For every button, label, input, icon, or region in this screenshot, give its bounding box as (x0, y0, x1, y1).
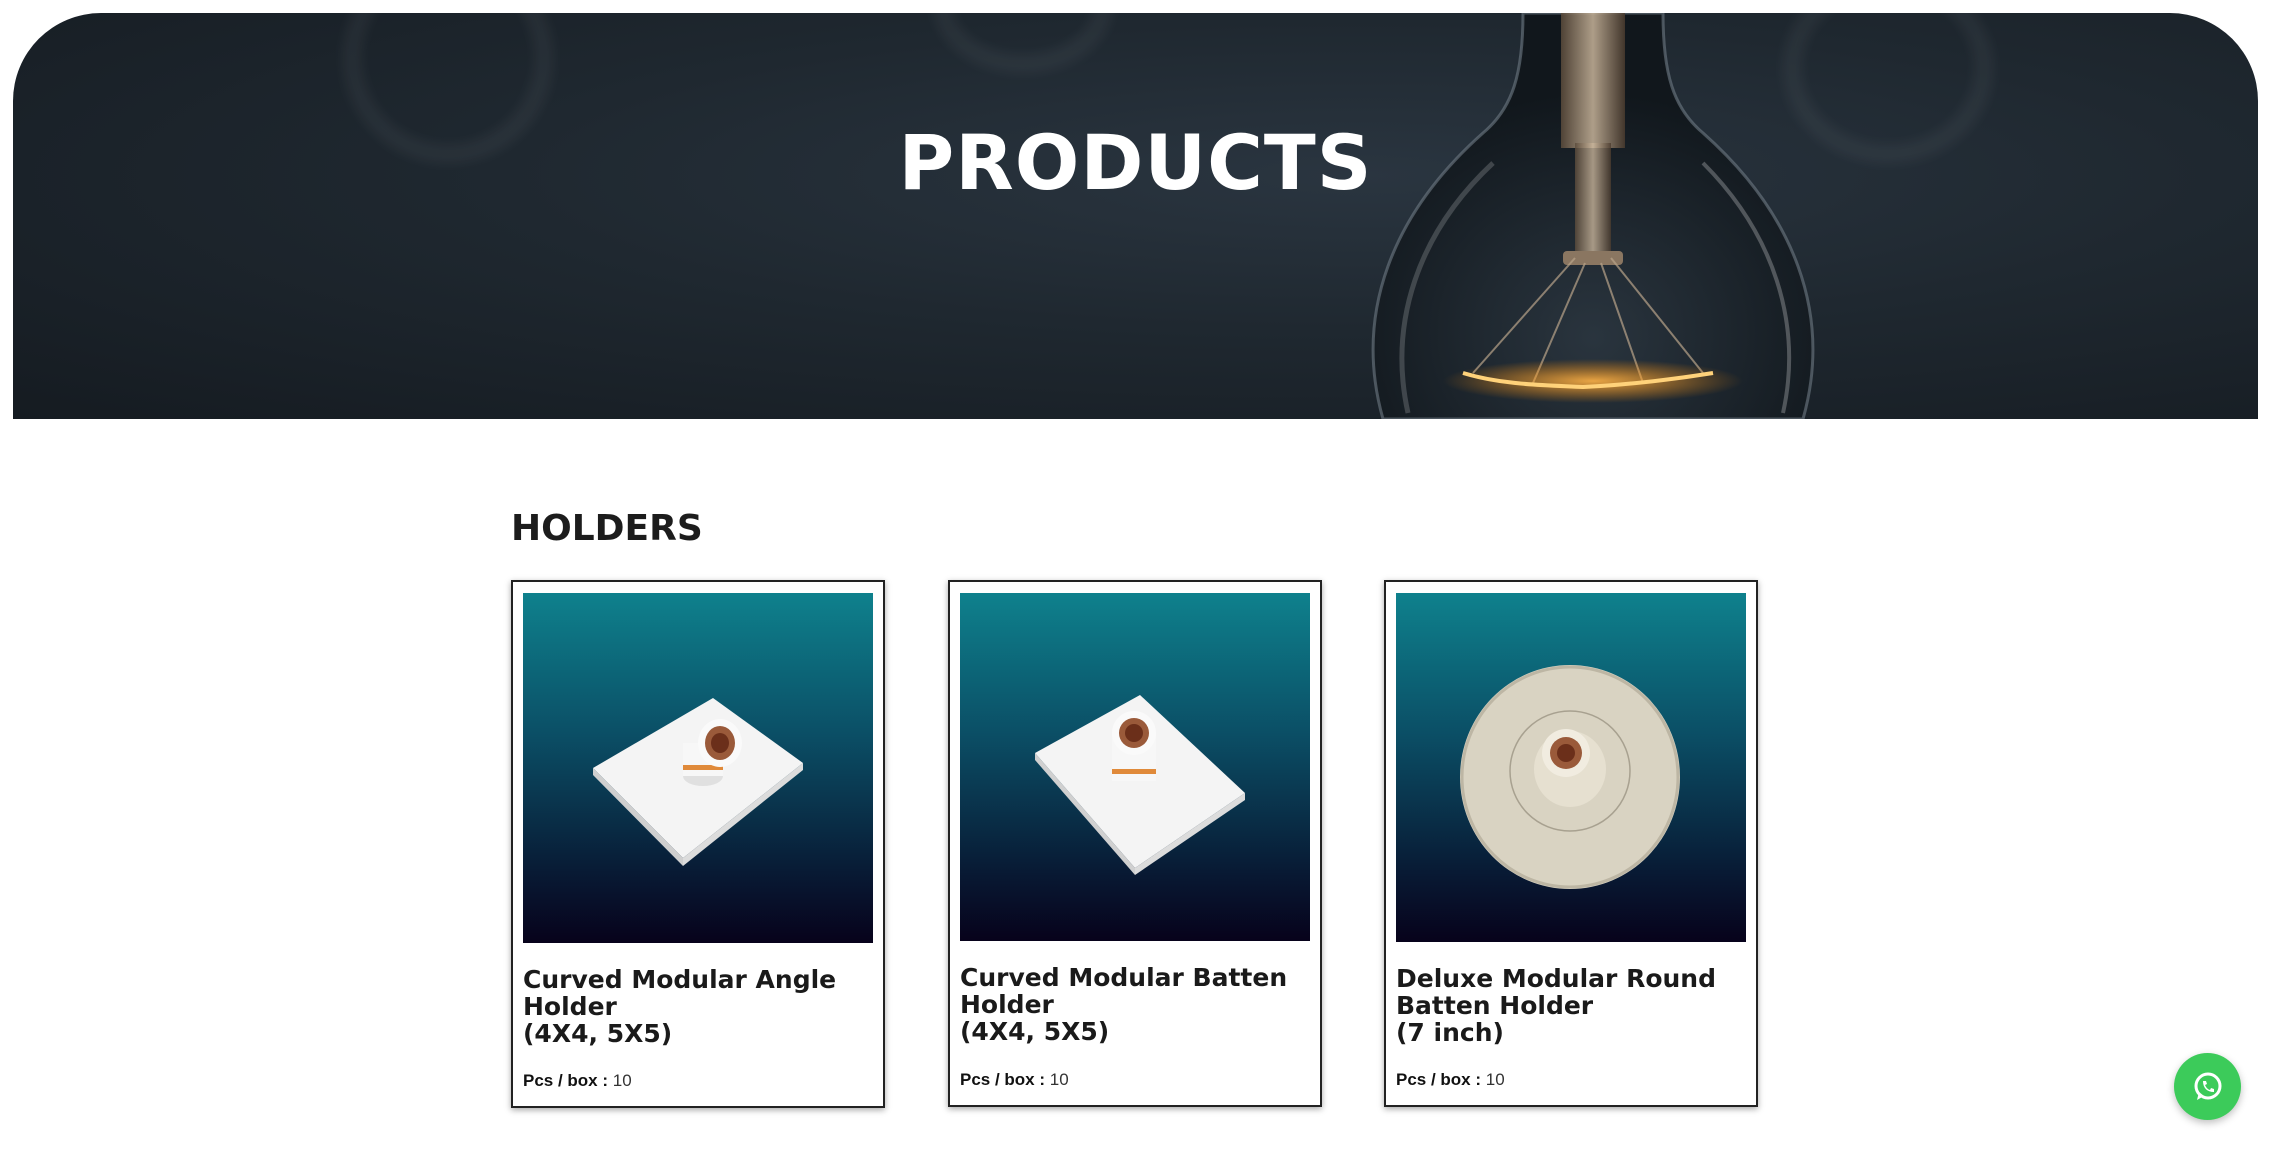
product-name-line: Holder (960, 990, 1054, 1019)
angle-holder-image[interactable] (523, 593, 873, 943)
product-card[interactable]: Curved Modular Batten Holder (4X4, 5X5) … (948, 580, 1322, 1107)
pcs-value: 10 (1049, 1070, 1069, 1089)
section-title: HOLDERS (511, 508, 703, 549)
pcs-per-box: Pcs / box : 10 (1396, 1070, 1505, 1090)
product-name-line: Holder (523, 992, 617, 1021)
pcs-label: Pcs / box : (960, 1070, 1046, 1089)
background-bulb-decoration (933, 13, 1113, 73)
product-size: (4X4, 5X5) (523, 1019, 673, 1048)
whatsapp-icon (2194, 1072, 2221, 1100)
product-size: (4X4, 5X5) (960, 1017, 1110, 1046)
light-bulb-illustration (1371, 13, 1815, 419)
round-batten-holder-image[interactable] (1396, 593, 1746, 942)
product-name[interactable]: Curved Modular Angle Holder (4X4, 5X5) (523, 966, 873, 1047)
pcs-label: Pcs / box : (523, 1071, 609, 1090)
product-name-line: Deluxe Modular Round (1396, 964, 1716, 993)
product-name[interactable]: Deluxe Modular Round Batten Holder (7 in… (1396, 965, 1746, 1046)
product-size: (7 inch) (1396, 1018, 1504, 1047)
product-name-line: Batten Holder (1396, 991, 1594, 1020)
pcs-per-box: Pcs / box : 10 (523, 1071, 632, 1091)
product-name-line: Curved Modular Batten (960, 963, 1288, 992)
pcs-per-box: Pcs / box : 10 (960, 1070, 1069, 1090)
product-card[interactable]: Deluxe Modular Round Batten Holder (7 in… (1384, 580, 1758, 1107)
pcs-label: Pcs / box : (1396, 1070, 1482, 1089)
product-name[interactable]: Curved Modular Batten Holder (4X4, 5X5) (960, 964, 1310, 1045)
batten-holder-image[interactable] (960, 593, 1310, 941)
product-name-line: Curved Modular Angle (523, 965, 837, 994)
whatsapp-chat-button[interactable] (2174, 1053, 2241, 1120)
pcs-value: 10 (612, 1071, 632, 1090)
page-title: PRODUCTS (898, 118, 1373, 207)
product-card[interactable]: Curved Modular Angle Holder (4X4, 5X5) P… (511, 580, 885, 1108)
hero-banner: PRODUCTS (13, 13, 2258, 419)
pcs-value: 10 (1485, 1070, 1505, 1089)
